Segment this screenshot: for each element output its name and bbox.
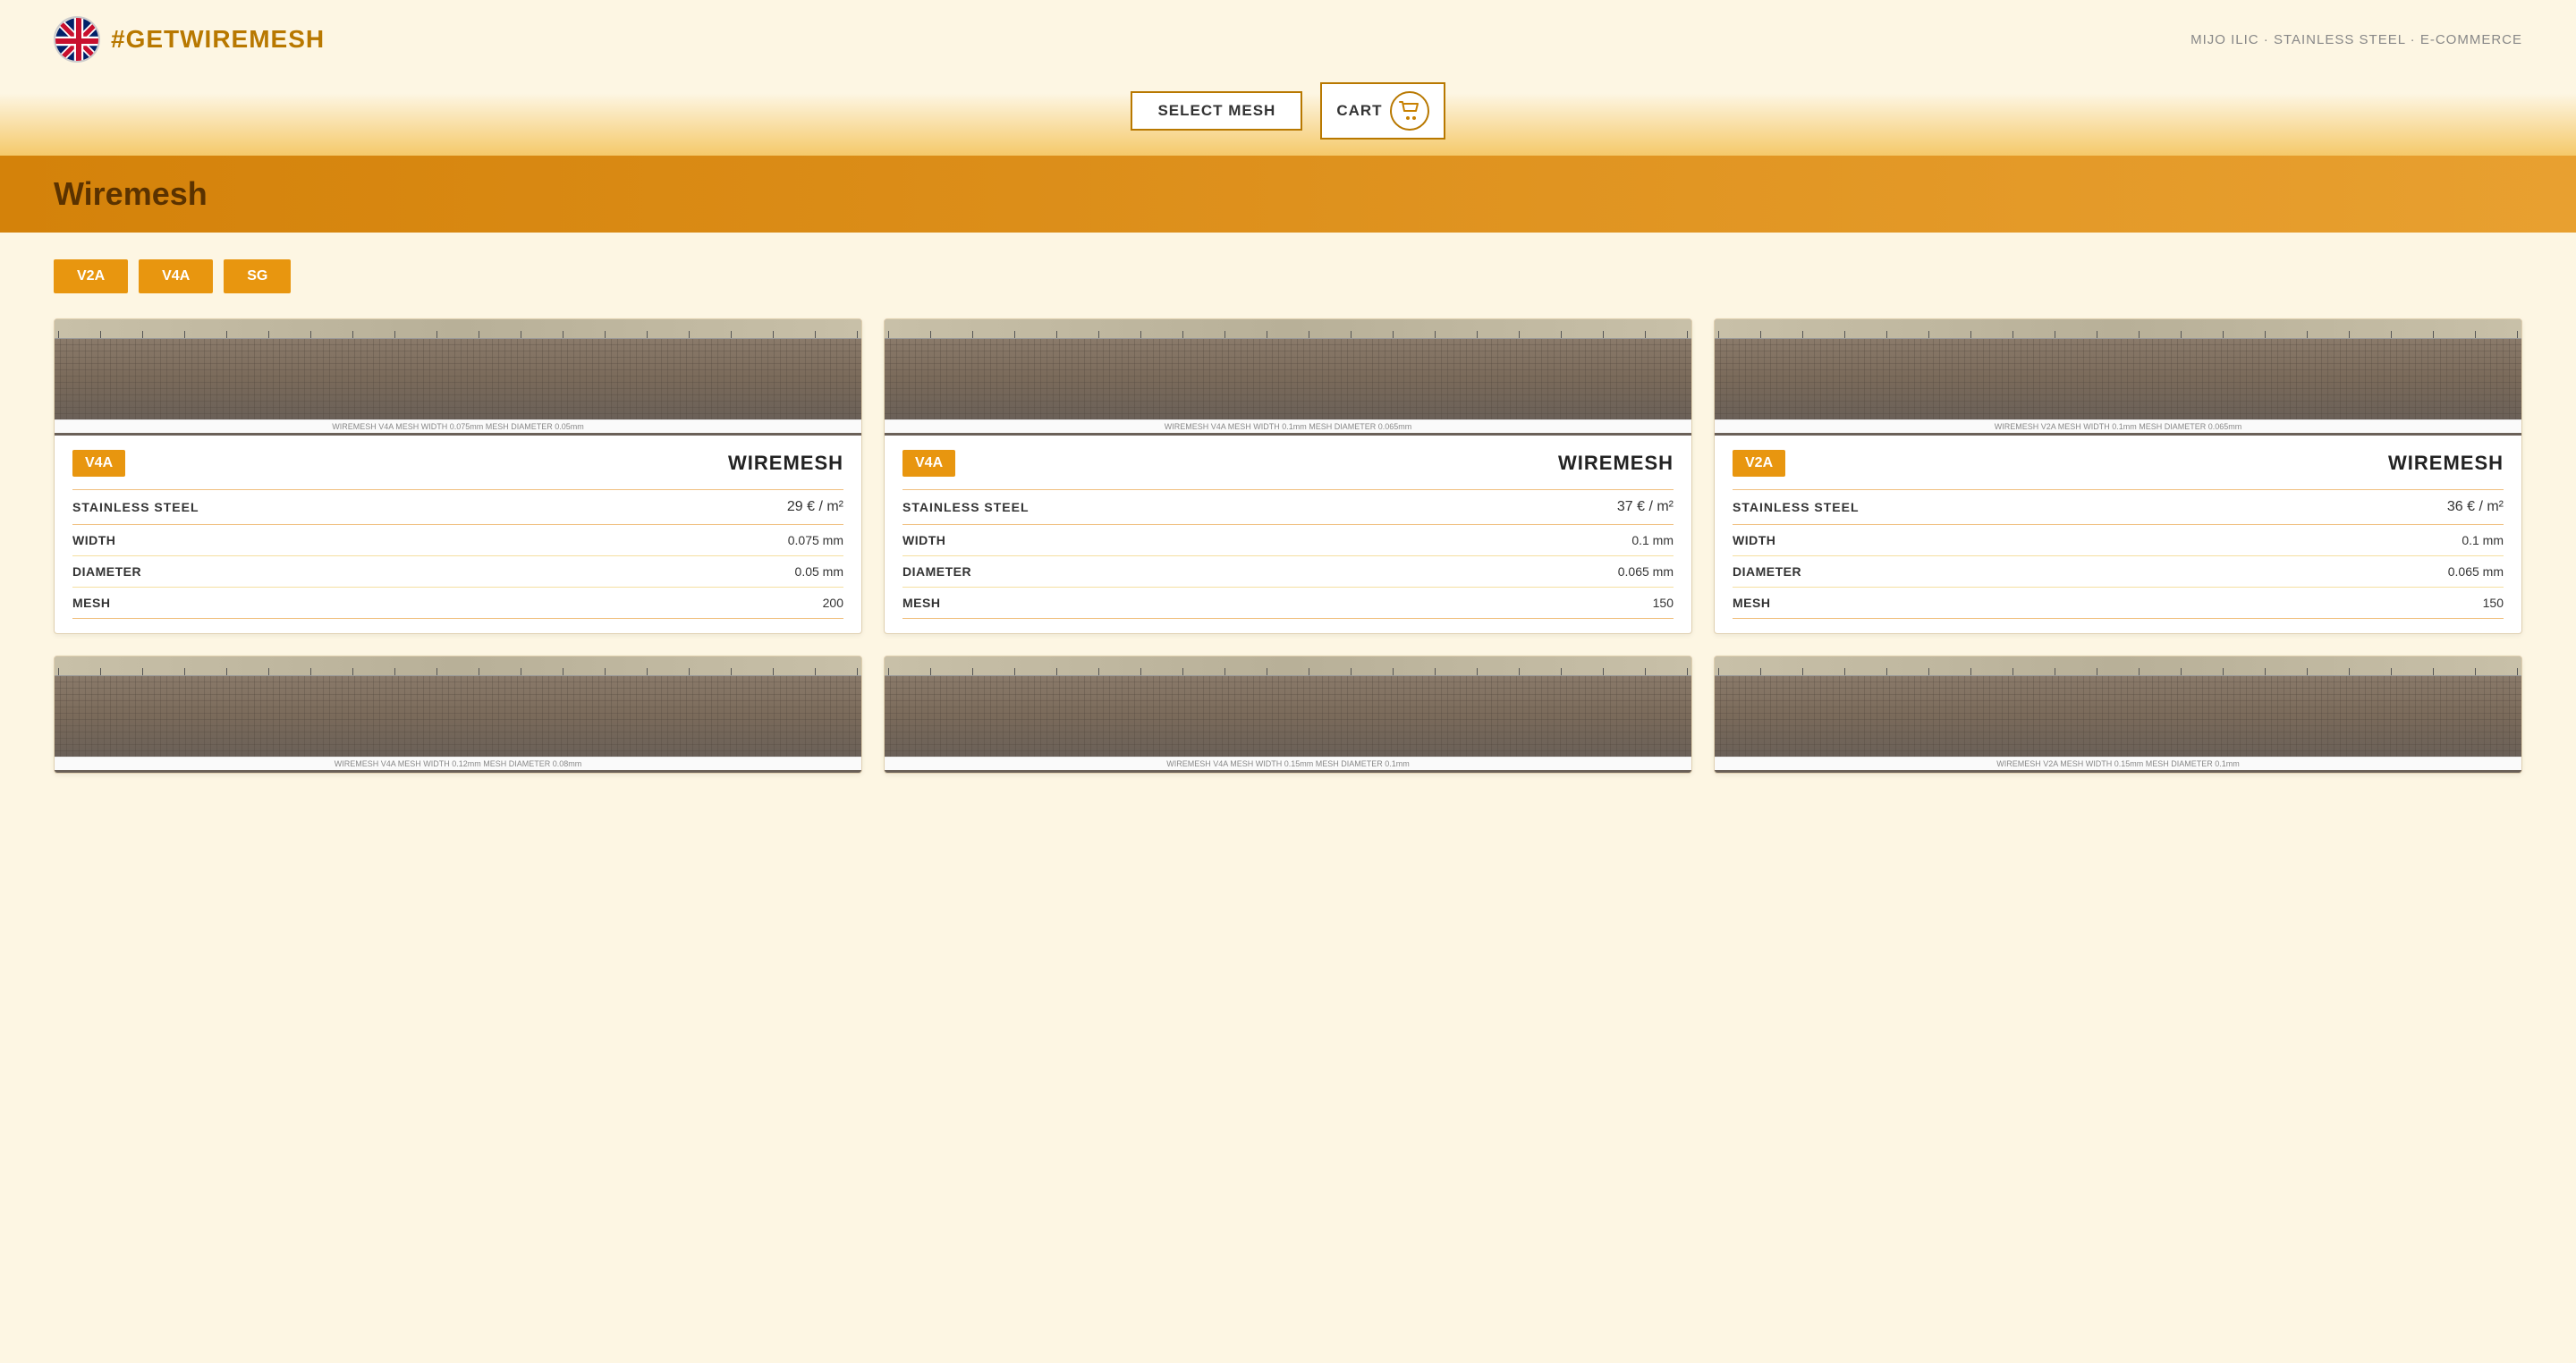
spec-row: MESH 150 <box>1733 588 2504 618</box>
product-price-3: STAINLESS STEEL 36 € / m² <box>1733 489 2504 525</box>
cart-label: CART <box>1336 102 1382 120</box>
grade-badge-3: V2A <box>1733 450 1785 477</box>
spec-row: MESH 150 <box>902 588 1674 618</box>
page-title: Wiremesh <box>54 175 2522 213</box>
filter-v2a[interactable]: V2A <box>54 259 128 293</box>
product-image-2: WIREMESH V4A MESH WIDTH 0.1mm MESH DIAME… <box>885 319 1691 436</box>
product-card-4: WIREMESH V4A MESH WIDTH 0.12mm MESH DIAM… <box>54 656 862 774</box>
product-card-5: WIREMESH V4A MESH WIDTH 0.15mm MESH DIAM… <box>884 656 1692 774</box>
spec-row: WIDTH 0.1 mm <box>902 525 1674 556</box>
product-image-4: WIREMESH V4A MESH WIDTH 0.12mm MESH DIAM… <box>55 656 861 773</box>
product-name-3: WIREMESH <box>2388 452 2504 475</box>
product-header-2: V4A WIREMESH <box>902 450 1674 477</box>
logo-area: #GETWIREMESH <box>54 16 325 63</box>
product-header-1: V4A WIREMESH <box>72 450 843 477</box>
product-name-1: WIREMESH <box>728 452 843 475</box>
product-price-1: STAINLESS STEEL 29 € / m² <box>72 489 843 525</box>
header-subtitle: MIJO ILIC · STAINLESS STEEL · E-COMMERCE <box>2190 32 2522 47</box>
price-label-2: STAINLESS STEEL <box>902 500 1030 514</box>
product-caption-4: WIREMESH V4A MESH WIDTH 0.12mm MESH DIAM… <box>55 757 861 770</box>
product-caption-3: WIREMESH V2A MESH WIDTH 0.1mm MESH DIAME… <box>1715 419 2521 433</box>
product-caption-6: WIREMESH V2A MESH WIDTH 0.15mm MESH DIAM… <box>1715 757 2521 770</box>
product-card-2: WIREMESH V4A MESH WIDTH 0.1mm MESH DIAME… <box>884 318 1692 634</box>
header-top: #GETWIREMESH MIJO ILIC · STAINLESS STEEL… <box>0 0 2576 73</box>
price-value-3: 36 € / m² <box>2447 499 2504 515</box>
spec-row: WIDTH 0.075 mm <box>72 525 843 556</box>
grade-badge-2: V4A <box>902 450 955 477</box>
spec-row: WIDTH 0.1 mm <box>1733 525 2504 556</box>
product-grid: WIREMESH V4A MESH WIDTH 0.075mm MESH DIA… <box>54 318 2522 634</box>
product-image-5: WIREMESH V4A MESH WIDTH 0.15mm MESH DIAM… <box>885 656 1691 773</box>
product-card-6: WIREMESH V2A MESH WIDTH 0.15mm MESH DIAM… <box>1714 656 2522 774</box>
spec-row: DIAMETER 0.065 mm <box>1733 556 2504 588</box>
product-caption-5: WIREMESH V4A MESH WIDTH 0.15mm MESH DIAM… <box>885 757 1691 770</box>
uk-flag-icon <box>54 16 100 63</box>
price-label-1: STAINLESS STEEL <box>72 500 199 514</box>
hero-band: Wiremesh <box>0 156 2576 233</box>
navigation: SELECT MESH CART <box>0 73 2576 156</box>
product-image-3: WIREMESH V2A MESH WIDTH 0.1mm MESH DIAME… <box>1715 319 2521 436</box>
price-value-1: 29 € / m² <box>787 499 843 515</box>
site-title: #GETWIREMESH <box>111 25 325 54</box>
product-image-1: WIREMESH V4A MESH WIDTH 0.075mm MESH DIA… <box>55 319 861 436</box>
filter-row: V2A V4A SG <box>54 259 2522 293</box>
spec-row: DIAMETER 0.05 mm <box>72 556 843 588</box>
filter-sg[interactable]: SG <box>224 259 291 293</box>
product-card-1: WIREMESH V4A MESH WIDTH 0.075mm MESH DIA… <box>54 318 862 634</box>
product-info-2: V4A WIREMESH STAINLESS STEEL 37 € / m² W… <box>885 436 1691 633</box>
product-grid-row2: WIREMESH V4A MESH WIDTH 0.12mm MESH DIAM… <box>54 656 2522 774</box>
product-specs-3: WIDTH 0.1 mm DIAMETER 0.065 mm MESH 150 <box>1733 525 2504 619</box>
grade-badge-1: V4A <box>72 450 125 477</box>
cart-button[interactable]: CART <box>1320 82 1445 140</box>
select-mesh-button[interactable]: SELECT MESH <box>1131 91 1302 131</box>
product-caption-1: WIREMESH V4A MESH WIDTH 0.075mm MESH DIA… <box>55 419 861 433</box>
product-info-3: V2A WIREMESH STAINLESS STEEL 36 € / m² W… <box>1715 436 2521 633</box>
product-name-2: WIREMESH <box>1558 452 1674 475</box>
product-card-3: WIREMESH V2A MESH WIDTH 0.1mm MESH DIAME… <box>1714 318 2522 634</box>
filter-v4a[interactable]: V4A <box>139 259 213 293</box>
product-info-1: V4A WIREMESH STAINLESS STEEL 29 € / m² W… <box>55 436 861 633</box>
product-specs-1: WIDTH 0.075 mm DIAMETER 0.05 mm MESH 200 <box>72 525 843 619</box>
cart-icon <box>1390 91 1429 131</box>
price-label-3: STAINLESS STEEL <box>1733 500 1860 514</box>
spec-row: DIAMETER 0.065 mm <box>902 556 1674 588</box>
spec-row: MESH 200 <box>72 588 843 618</box>
main-content: V2A V4A SG WIREM <box>0 233 2576 800</box>
header: #GETWIREMESH MIJO ILIC · STAINLESS STEEL… <box>0 0 2576 156</box>
price-value-2: 37 € / m² <box>1617 499 1674 515</box>
product-image-6: WIREMESH V2A MESH WIDTH 0.15mm MESH DIAM… <box>1715 656 2521 773</box>
product-caption-2: WIREMESH V4A MESH WIDTH 0.1mm MESH DIAME… <box>885 419 1691 433</box>
product-price-2: STAINLESS STEEL 37 € / m² <box>902 489 1674 525</box>
product-specs-2: WIDTH 0.1 mm DIAMETER 0.065 mm MESH 150 <box>902 525 1674 619</box>
product-header-3: V2A WIREMESH <box>1733 450 2504 477</box>
